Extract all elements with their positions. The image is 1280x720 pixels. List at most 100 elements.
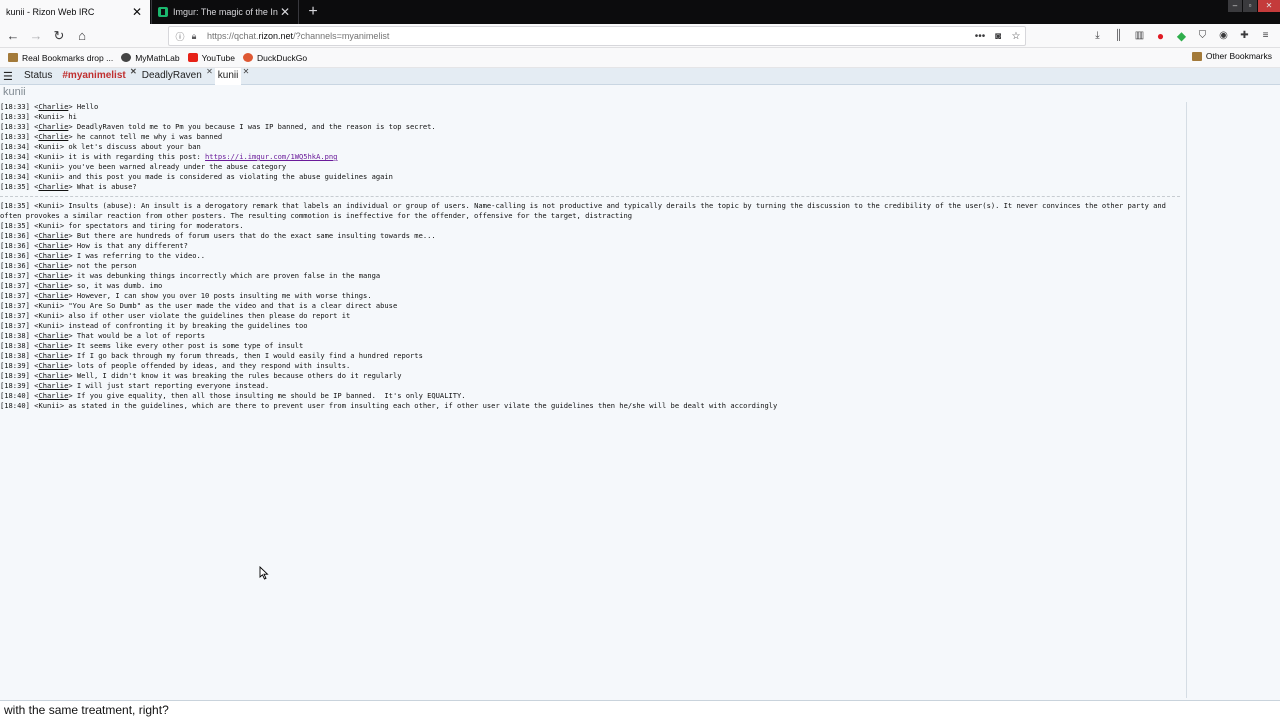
message-text: I was referring to the video.. — [76, 251, 206, 260]
message-text: That would be a lot of reports — [76, 331, 206, 340]
message-text: "You Are So Dumb" as the user made the v… — [68, 301, 398, 310]
close-tab-icon[interactable]: ✕ — [130, 5, 144, 19]
message-timestamp: [18:34] — [0, 142, 30, 151]
message-nick[interactable]: Charlie — [38, 271, 68, 280]
hamburger-menu-icon[interactable]: ☰ — [3, 70, 17, 83]
url-text[interactable]: https://qchat.rizon.net/?channels=myanim… — [207, 31, 971, 41]
chat-log[interactable]: [18:33] <Charlie> Hello [18:33] <Kunii> h… — [0, 102, 1186, 698]
bookmark-duckduckgo[interactable]: DuckDuckGo — [243, 53, 307, 63]
message-nick: Kunii — [38, 321, 60, 330]
message-nick: Kunii — [38, 112, 60, 121]
close-window-icon[interactable]: ✕ — [1258, 0, 1280, 12]
message-nick[interactable]: Charlie — [38, 361, 68, 370]
bookmarks-bar: Real Bookmarks drop ... MyMathLab YouTub… — [0, 48, 1280, 68]
message-text: How is that any different? — [76, 241, 188, 250]
back-arrow-icon[interactable]: ← — [3, 26, 23, 46]
shield-icon[interactable]: ⛉ — [1192, 26, 1213, 46]
message-nick[interactable]: Charlie — [38, 231, 68, 240]
message-nick[interactable]: Charlie — [38, 182, 68, 191]
message-timestamp: [18:33] — [0, 132, 30, 141]
message-nick[interactable]: Charlie — [38, 381, 68, 390]
close-icon[interactable]: ✕ — [243, 64, 250, 80]
message-nick[interactable]: Charlie — [38, 251, 68, 260]
message-nick[interactable]: Charlie — [38, 351, 68, 360]
page-actions-icon[interactable]: ••• — [971, 31, 989, 42]
browser-tab-kunii[interactable]: kunii - Rizon Web IRC ✕ — [0, 0, 150, 24]
chat-message: [18:36] <Charlie> I was referring to the… — [0, 251, 206, 260]
message-text: I will just start reporting everyone ins… — [76, 381, 270, 390]
menu-icon[interactable]: ≡ — [1255, 26, 1276, 46]
browser-tab-imgur[interactable]: Imgur: The magic of the Intern ✕ — [151, 0, 299, 24]
message-text: But there are hundreds of forum users th… — [76, 231, 436, 240]
forward-arrow-icon[interactable]: → — [26, 26, 46, 46]
chat-message: [18:34] <Kunii> and this post you made i… — [0, 172, 393, 181]
browser-tab-title: kunii - Rizon Web IRC — [6, 7, 95, 17]
bookmark-real-bookmarks[interactable]: Real Bookmarks drop ... — [8, 53, 113, 63]
message-text: so, it was dumb. imo — [76, 281, 163, 290]
close-icon[interactable]: ✕ — [130, 64, 137, 80]
mymathlab-icon — [121, 53, 132, 62]
bookmark-label: YouTube — [201, 52, 236, 63]
message-link[interactable]: https://i.imgur.com/1WQ5hkA.png — [205, 152, 337, 161]
message-nick[interactable]: Charlie — [38, 371, 68, 380]
bookmark-youtube[interactable]: YouTube — [187, 52, 236, 63]
chat-message: [18:38] <Charlie> If I go back through m… — [0, 351, 423, 360]
url-bar[interactable]: ⓘ 🔒︎ https://qchat.rizon.net/?channels=m… — [168, 26, 1026, 46]
chat-message: [18:33] <Charlie> DeadlyRaven told me to… — [0, 122, 436, 131]
library-icon[interactable]: ║ — [1108, 26, 1129, 46]
chat-message: [18:35] <Charlie> What is abuse? — [0, 182, 137, 191]
downloads-icon[interactable]: ⤓ — [1087, 26, 1108, 46]
new-tab-icon[interactable]: + — [303, 1, 323, 23]
irc-tab-status[interactable]: Status — [21, 68, 55, 85]
account-icon[interactable]: ◉ — [1213, 26, 1234, 46]
chat-message: [18:37] <Kunii> "You Are So Dumb" as the… — [0, 301, 398, 310]
message-input[interactable]: with the same treatment, right? — [0, 700, 1280, 720]
bookmark-mymathlab[interactable]: MyMathLab — [121, 53, 180, 63]
chat-message: [18:35] <Kunii> Insults (abuse): An insu… — [0, 201, 1166, 220]
irc-tab-deadlyraven[interactable]: DeadlyRaven ✕ — [139, 67, 213, 85]
message-nick: Kunii — [38, 311, 60, 320]
message-nick[interactable]: Charlie — [38, 341, 68, 350]
info-icon[interactable]: ⓘ — [173, 30, 187, 43]
message-timestamp: [18:34] — [0, 162, 30, 171]
close-tab-icon[interactable]: ✕ — [278, 5, 292, 19]
chat-message: [18:37] <Kunii> instead of confronting i… — [0, 321, 308, 330]
restore-icon[interactable]: ▫ — [1243, 0, 1257, 12]
message-timestamp: [18:37] — [0, 291, 30, 300]
message-timestamp: [18:37] — [0, 321, 30, 330]
bookmark-star-icon[interactable]: ☆ — [1007, 31, 1025, 42]
other-bookmarks[interactable]: Other Bookmarks — [1191, 51, 1272, 61]
irc-tab-myanimelist[interactable]: #myanimelist ✕ — [59, 67, 136, 85]
message-nick[interactable]: Charlie — [38, 331, 68, 340]
chat-message: [18:36] <Charlie> But there are hundreds… — [0, 231, 436, 240]
pocket-icon[interactable]: ◙ — [989, 31, 1007, 42]
opera-extension-icon[interactable]: ● — [1150, 26, 1171, 46]
message-nick[interactable]: Charlie — [38, 241, 68, 250]
message-nick[interactable]: Charlie — [38, 391, 68, 400]
message-nick[interactable]: Charlie — [38, 102, 68, 111]
chat-message: [18:36] <Charlie> not the person — [0, 261, 137, 270]
message-nick[interactable]: Charlie — [38, 122, 68, 131]
youtube-icon — [187, 53, 198, 62]
irc-tab-kunii[interactable]: kunii ✕ — [214, 67, 249, 85]
message-nick[interactable]: Charlie — [38, 261, 68, 270]
message-nick[interactable]: Charlie — [38, 281, 68, 290]
toolbar-right-icons: ⤓ ║ ▥ ● ◆ ⛉ ◉ ✚ ≡ — [1087, 26, 1276, 46]
window-controls: – ▫ ✕ — [1227, 0, 1280, 14]
message-nick[interactable]: Charlie — [38, 291, 68, 300]
folder-icon — [1191, 51, 1202, 61]
message-timestamp: [18:36] — [0, 261, 30, 270]
reload-icon[interactable]: ↻ — [49, 26, 69, 46]
message-nick[interactable]: Charlie — [38, 132, 68, 141]
extension-icon[interactable]: ◆ — [1171, 26, 1192, 46]
message-text: instead of confronting it by breaking th… — [68, 321, 308, 330]
sidebar-icon[interactable]: ▥ — [1129, 26, 1150, 46]
puzzle-extension-icon[interactable]: ✚ — [1234, 26, 1255, 46]
window-title: kunii — [3, 86, 26, 98]
close-icon[interactable]: ✕ — [206, 64, 213, 80]
lock-icon[interactable]: 🔒︎ — [187, 31, 201, 42]
message-timestamp: [18:35] — [0, 201, 30, 210]
home-icon[interactable]: ⌂ — [72, 26, 92, 46]
message-text: you've been warned already under the abu… — [68, 162, 287, 171]
minimize-icon[interactable]: – — [1228, 0, 1242, 12]
